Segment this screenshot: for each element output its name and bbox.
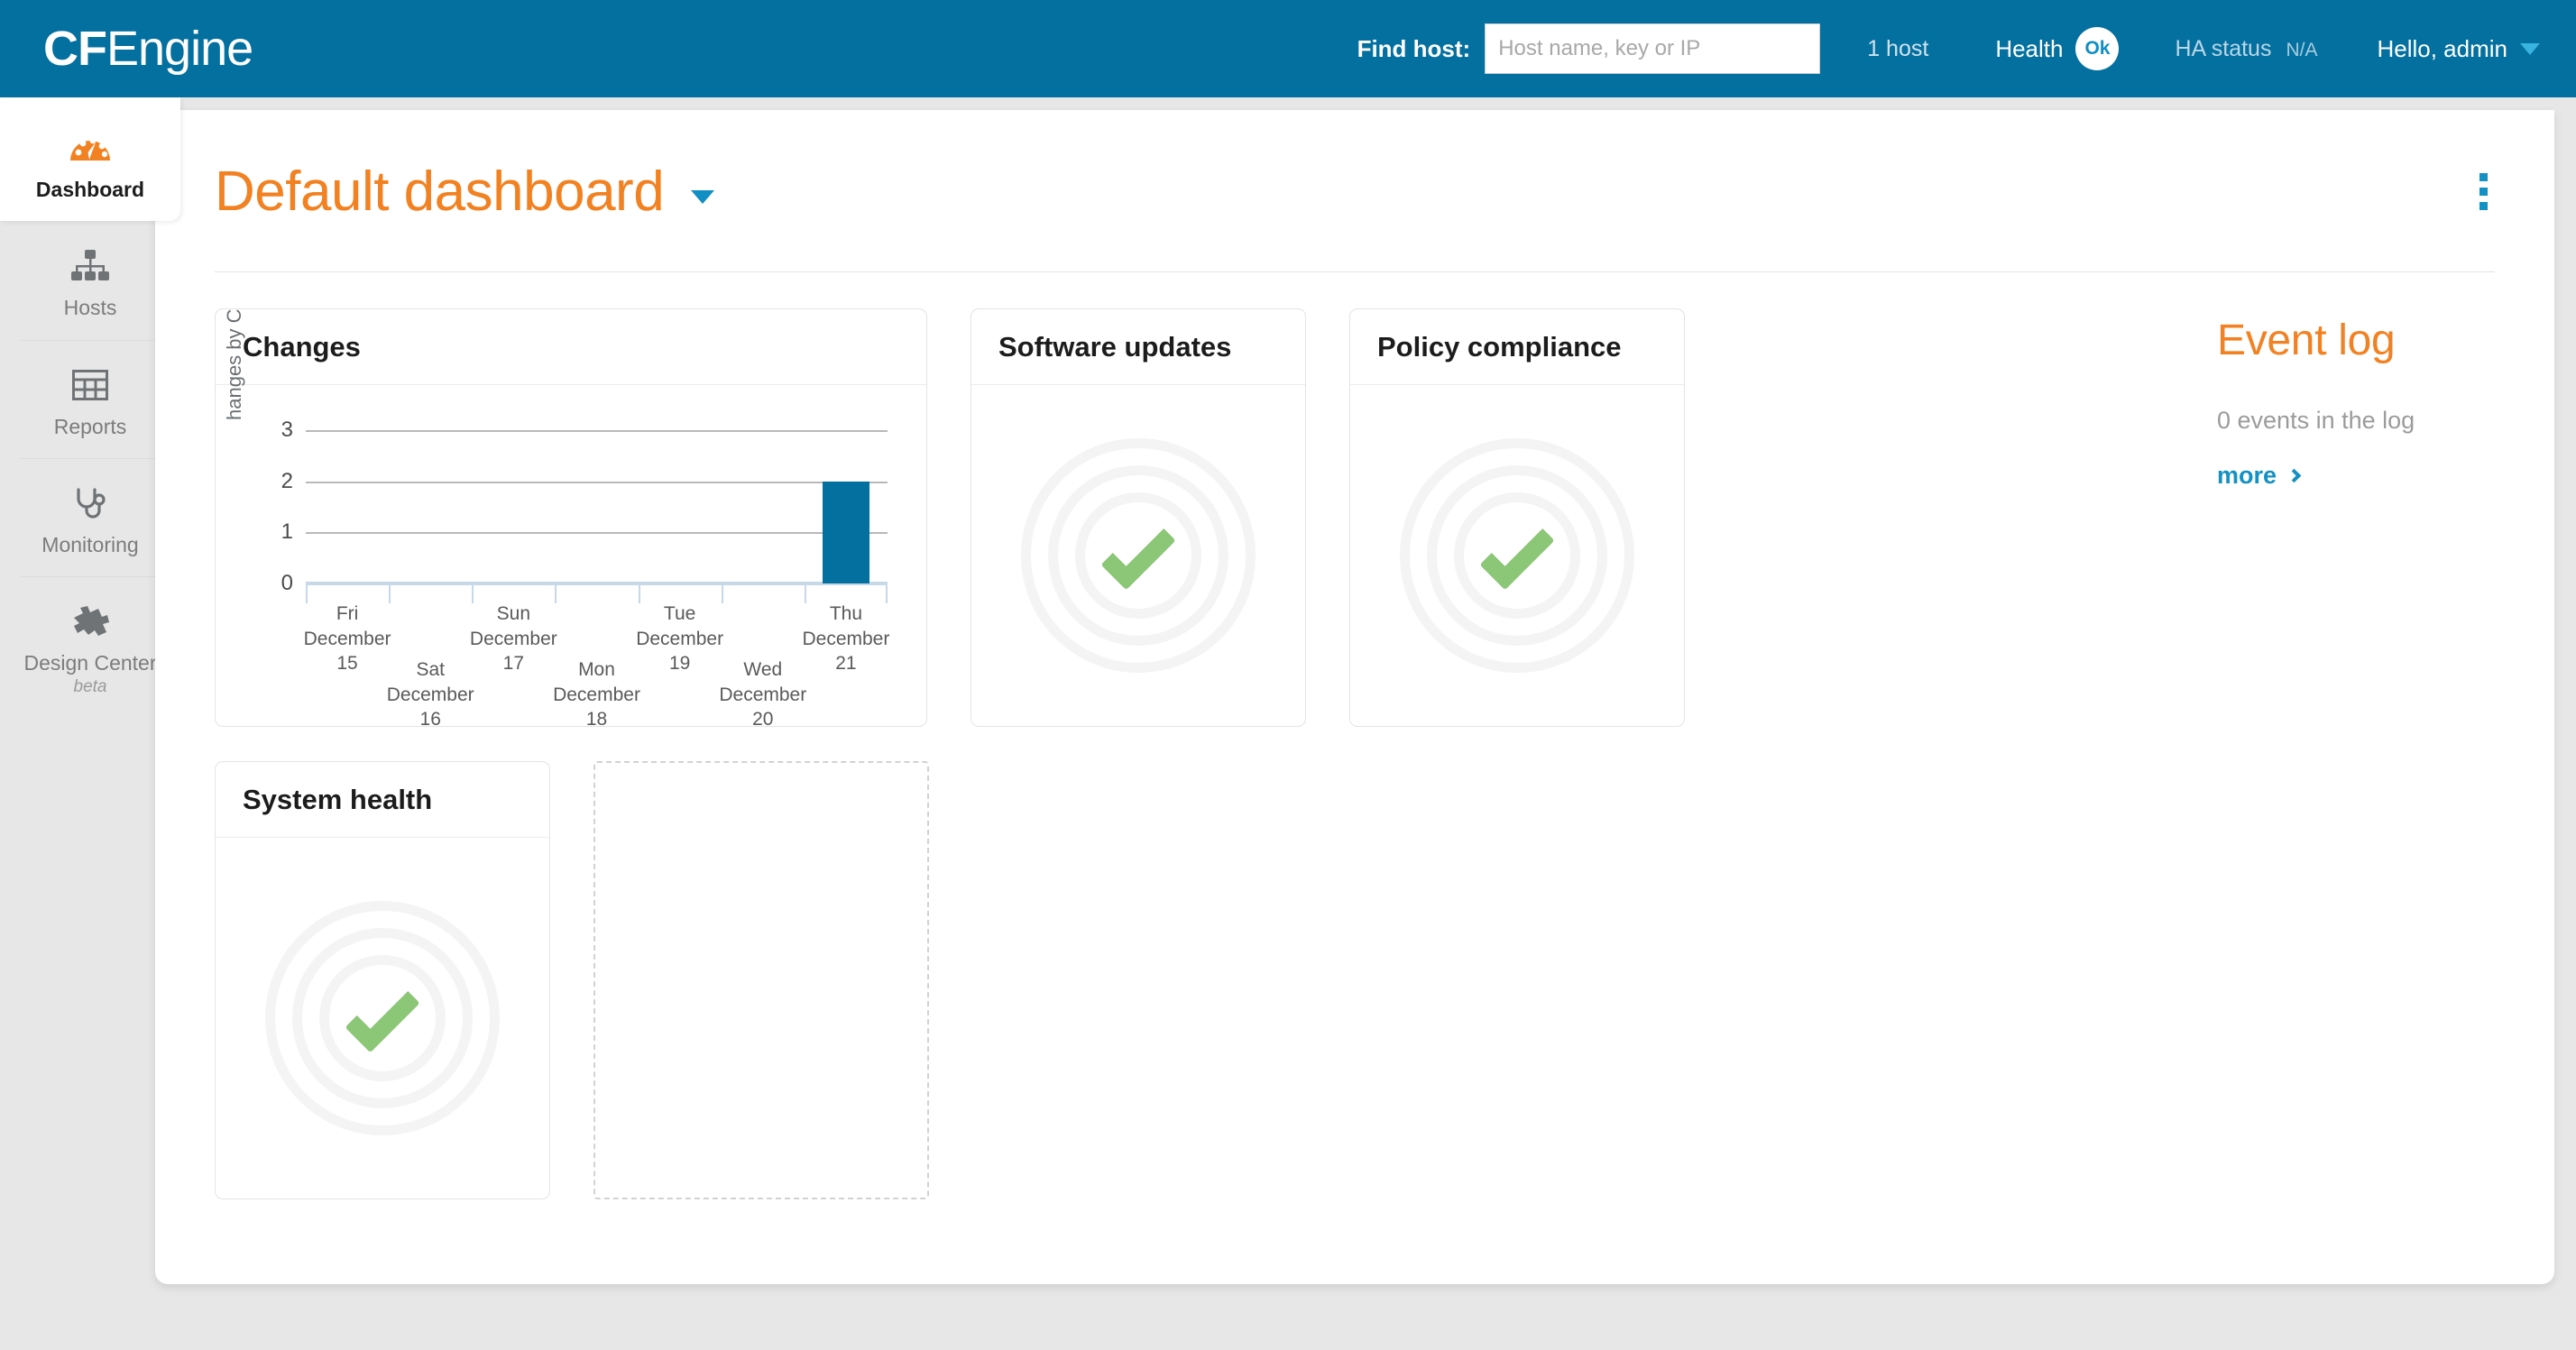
chart-x-tick-label: Thu December 21 <box>802 603 890 675</box>
widget-title: Policy compliance <box>1377 330 1622 363</box>
sidebar-item-label: Hosts <box>63 296 117 320</box>
chart-x-tick <box>804 585 806 603</box>
event-log-more-label: more <box>2217 462 2277 489</box>
chart-y-tick-label: 0 <box>281 571 293 595</box>
app-header: CFEngine Find host: 1 host Health Ok HA … <box>0 0 2576 97</box>
chart-x-tick <box>306 585 308 603</box>
kebab-dot <box>2479 172 2488 181</box>
chart-x-tick <box>721 585 723 603</box>
widget-title: Software updates <box>998 330 1232 363</box>
sidebar-item-label: Design Center <box>23 651 157 675</box>
chart-y-tick-label: 1 <box>281 519 293 545</box>
cfengine-logo[interactable]: CFEngine <box>43 24 253 73</box>
event-log-more-link[interactable]: more <box>2217 462 2302 490</box>
user-menu-label: Hello, admin <box>2377 34 2507 62</box>
search-input[interactable] <box>1485 23 1821 74</box>
host-count: 1 host <box>1867 35 1929 61</box>
chevron-down-icon <box>2520 42 2540 55</box>
table-icon <box>72 363 108 407</box>
widget-software-updates[interactable]: Software updates <box>971 308 1306 727</box>
sidebar-item-hosts[interactable]: Hosts <box>0 221 180 339</box>
chart-y-tick-label: 2 <box>281 468 293 493</box>
kebab-menu-icon[interactable] <box>2472 161 2495 223</box>
user-menu[interactable]: Hello, admin <box>2377 35 2540 63</box>
chart-x-tick-labels: Fri December 15 Sat December 16 Sun December 17 M… <box>304 602 890 726</box>
widget-header: System health <box>216 762 549 838</box>
widget-body <box>216 838 549 1198</box>
sidebar-item-label: Reports <box>53 414 127 438</box>
dashboard-board: Changes Changes by CFEngi 0 1 2 3 Fri Decemb… <box>155 272 2554 1199</box>
chart-plot-area: 0 1 2 3 <box>281 418 888 595</box>
ha-status-indicator: HA status N/A <box>2175 36 2317 62</box>
stethoscope-icon <box>72 482 108 525</box>
widget-grid: Changes Changes by CFEngi 0 1 2 3 Fri Decemb… <box>215 308 2028 1199</box>
empty-widget-slot[interactable] <box>593 761 929 1199</box>
event-log-count: 0 events in the log <box>2217 407 2415 434</box>
logo-bold-part: CF <box>43 22 107 76</box>
event-log-title: Event log <box>2217 317 2396 364</box>
chart-y-tick-label: 3 <box>281 418 293 442</box>
find-host-label: Find host: <box>1357 34 1471 62</box>
event-log-panel: Event log 0 events in the log more <box>2217 308 2415 1199</box>
widget-title: System health <box>243 783 433 815</box>
sitemap-icon <box>71 244 109 288</box>
sidebar: Dashboard Hosts Reports Monitoring Desig… <box>0 97 180 1350</box>
chart-gridline <box>306 532 888 535</box>
widget-body: Changes by CFEngi 0 1 2 3 Fri December 15 Sat D… <box>216 309 926 726</box>
chart-bar[interactable] <box>823 481 869 583</box>
widget-header: Software updates <box>971 309 1305 385</box>
chevron-down-icon[interactable] <box>691 189 715 204</box>
main-content-panel: Default dashboard Changes Changes by CFE… <box>155 110 2554 1284</box>
widget-row: Changes Changes by CFEngi 0 1 2 3 Fri Decemb… <box>215 308 2028 727</box>
logo-rest-part: Engine <box>106 22 253 76</box>
health-indicator[interactable]: Health Ok <box>1995 27 2120 70</box>
widget-changes[interactable]: Changes Changes by CFEngi 0 1 2 3 Fri Decemb… <box>215 308 927 727</box>
widget-body <box>1350 385 1684 726</box>
header-right-group: Find host: 1 host Health Ok HA status N/… <box>1357 0 2576 97</box>
widget-title: Changes <box>243 330 361 363</box>
bar-chart: Changes by CFEngi 0 1 2 3 Fri December 15 Sat D… <box>216 309 926 726</box>
widget-header: Policy compliance <box>1350 309 1684 385</box>
ha-status-value: N/A <box>2286 39 2318 60</box>
sidebar-item-badge: beta <box>73 677 107 697</box>
chevron-right-icon <box>2286 468 2302 483</box>
sidebar-item-dashboard[interactable]: Dashboard <box>0 97 180 222</box>
sidebar-item-label: Monitoring <box>41 532 139 556</box>
chart-y-axis-label: Changes by CFEngi <box>223 308 245 419</box>
ha-status-label: HA status <box>2175 35 2272 61</box>
ring-gauge <box>265 901 500 1135</box>
sidebar-item-monitoring[interactable]: Monitoring <box>0 457 180 576</box>
chart-x-tick <box>472 585 474 603</box>
page-title[interactable]: Default dashboard <box>215 160 665 224</box>
widget-system-health[interactable]: System health <box>215 761 550 1199</box>
ring-gauge <box>1021 438 1256 673</box>
widget-row: System health <box>215 761 2028 1199</box>
status-badge: Ok <box>2075 27 2120 70</box>
ring-gauge <box>1400 438 1634 673</box>
chart-gridline <box>306 481 888 483</box>
sidebar-item-label: Dashboard <box>35 178 145 201</box>
sidebar-item-reports[interactable]: Reports <box>0 339 180 458</box>
kebab-dot <box>2479 187 2488 196</box>
widget-header: Changes <box>216 309 926 385</box>
gauge-icon <box>69 126 111 170</box>
chart-x-tick <box>555 585 557 603</box>
health-label: Health <box>1995 34 2064 62</box>
page-header: Default dashboard <box>155 110 2554 272</box>
chart-x-tick <box>886 585 888 603</box>
kebab-dot <box>2479 201 2488 210</box>
sidebar-item-design-center[interactable]: Design Center beta <box>0 576 180 717</box>
chart-gridline <box>306 430 888 432</box>
chart-x-tick <box>389 585 391 603</box>
chart-x-tick <box>638 585 640 603</box>
widget-policy-compliance[interactable]: Policy compliance <box>1349 308 1685 727</box>
puzzle-piece-icon <box>70 600 110 643</box>
widget-body <box>971 385 1305 726</box>
